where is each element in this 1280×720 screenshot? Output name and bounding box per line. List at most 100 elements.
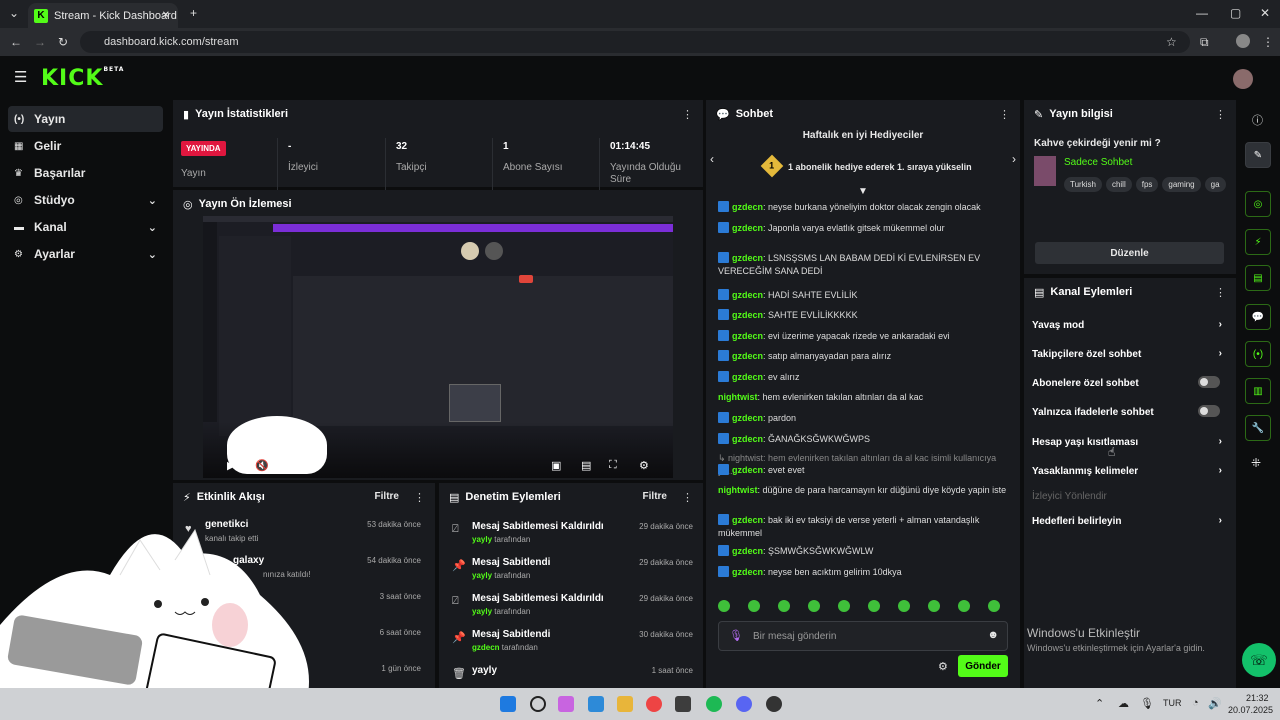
close-window-icon[interactable]: ✕	[1260, 6, 1270, 20]
stream-video-player[interactable]: ▶ 🔇 ▣ ▤ ⛶ ⚙	[203, 216, 673, 478]
chat-username[interactable]: gzdecn	[732, 515, 763, 525]
clock-date[interactable]: 20.07.2025	[1228, 705, 1273, 715]
emote-icon[interactable]	[898, 600, 910, 612]
close-tab-icon[interactable]: ✕	[162, 10, 170, 21]
bookmark-star-icon[interactable]: ☆	[1166, 35, 1177, 49]
play-icon[interactable]: ▶	[227, 459, 235, 472]
picture-in-picture-icon[interactable]: ▣	[551, 459, 561, 472]
new-tab-icon[interactable]: +	[190, 6, 197, 20]
action-followers-only[interactable]: Takipçilere özel sohbet ›	[1032, 348, 1228, 360]
url-input[interactable]: dashboard.kick.com/stream	[80, 31, 1190, 53]
emote-icon[interactable]	[808, 600, 820, 612]
emote-icon[interactable]	[718, 600, 730, 612]
emote-icon[interactable]	[868, 600, 880, 612]
activity-tool-icon[interactable]: ⚡	[1245, 229, 1271, 255]
chat-username[interactable]: gzdecn	[732, 331, 763, 341]
user-avatar[interactable]	[1233, 69, 1253, 89]
wifi-icon[interactable]: ◔	[1192, 697, 1199, 709]
chat-username[interactable]: gzdecn	[732, 351, 763, 361]
chat-username[interactable]: gzdecn	[732, 223, 763, 233]
more-options-icon[interactable]: ⋮	[1215, 108, 1226, 121]
chevron-right-icon[interactable]: ›	[1012, 152, 1016, 166]
discord-icon[interactable]	[736, 696, 752, 712]
sidebar-item-ayarlar[interactable]: ⚙ Ayarlar ⌄	[8, 241, 163, 267]
chat-username[interactable]: gzdecn	[732, 290, 763, 300]
steam-icon[interactable]	[766, 696, 782, 712]
sidebar-item-yayin[interactable]: (•) Yayın	[8, 106, 163, 132]
emote-icon[interactable]	[928, 600, 940, 612]
chat-username[interactable]: nightwist	[718, 485, 758, 495]
emote-icon[interactable]	[988, 600, 1000, 612]
sidebar-item-kanal[interactable]: ▬ Kanal ⌄	[8, 214, 163, 240]
minimize-icon[interactable]: —	[1196, 6, 1208, 20]
fullscreen-icon[interactable]: ⛶	[609, 459, 617, 472]
tray-chevron-icon[interactable]: ⌃	[1095, 697, 1104, 710]
more-options-icon[interactable]: ⋮	[682, 108, 693, 121]
emote-icon[interactable]	[778, 600, 790, 612]
chat-username[interactable]: gzdecn	[732, 202, 763, 212]
add-widget-icon[interactable]: ⁜	[1251, 456, 1261, 470]
mute-icon[interactable]: 🔇	[255, 459, 269, 472]
sidebar-item-gelir[interactable]: ▦ Gelir	[8, 133, 163, 159]
tab-list-icon[interactable]: ⌄	[9, 6, 19, 20]
info-icon[interactable]: ⓘ	[1252, 112, 1263, 128]
more-options-icon[interactable]: ⋮	[682, 491, 693, 504]
browser-tab[interactable]: K Stream - Kick Dashboard ✕	[28, 3, 178, 28]
sidebar-item-basarilar[interactable]: ♛ Başarılar	[8, 160, 163, 186]
clock-time[interactable]: 21:32	[1246, 693, 1269, 703]
chat-username[interactable]: gzdecn	[732, 546, 763, 556]
kick-logo[interactable]: KICKBETA	[41, 66, 124, 91]
windows-start-icon[interactable]	[500, 696, 516, 712]
chat-username[interactable]: gzdecn	[732, 413, 763, 423]
maximize-icon[interactable]: ▢	[1230, 6, 1241, 20]
emote-icon[interactable]	[838, 600, 850, 612]
filter-button[interactable]: Filtre	[375, 491, 399, 502]
theater-mode-icon[interactable]: ▤	[581, 459, 591, 472]
preview-tool-icon[interactable]: ◎	[1245, 191, 1271, 217]
network-icon[interactable]: ☁	[1118, 697, 1129, 710]
edit-stream-icon[interactable]: ✎	[1245, 142, 1271, 168]
wrench-tool-icon[interactable]: 🔧	[1245, 415, 1271, 441]
chat-username[interactable]: gzdecn	[732, 567, 763, 577]
action-banned-words[interactable]: Yasaklanmış kelimeler ›	[1032, 465, 1228, 477]
chat-settings-icon[interactable]: ⚙	[938, 660, 948, 673]
toggle-switch[interactable]	[1198, 376, 1220, 388]
chat-username[interactable]: nightwist	[718, 392, 758, 402]
chevron-left-icon[interactable]: ‹	[710, 152, 714, 166]
send-button[interactable]: Gönder	[958, 655, 1008, 677]
mod-log-tool-icon[interactable]: ▤	[1245, 265, 1271, 291]
chat-username[interactable]: gzdecn	[732, 434, 763, 444]
chat-tool-icon[interactable]: 💬	[1245, 304, 1271, 330]
volume-icon[interactable]: 🔊	[1208, 697, 1222, 710]
extensions-icon[interactable]: ⧉	[1200, 35, 1209, 50]
sidebar-item-studyo[interactable]: ◎ Stüdyo ⌄	[8, 187, 163, 213]
chat-input[interactable]: 🎙 Bir mesaj gönderin ☻	[718, 621, 1008, 651]
store-icon[interactable]	[588, 696, 604, 712]
action-goals[interactable]: Hedefleri belirleyin ›	[1032, 515, 1228, 527]
profile-avatar-icon[interactable]	[1236, 34, 1250, 48]
stats-tool-icon[interactable]: ▥	[1245, 378, 1271, 404]
emoji-icon[interactable]: ☻	[987, 629, 999, 641]
toggle-switch[interactable]	[1198, 405, 1220, 417]
microphone-icon[interactable]: 🎙	[729, 629, 743, 642]
support-button[interactable]: ☏	[1242, 643, 1276, 677]
broadcast-tool-icon[interactable]: (•)	[1245, 341, 1271, 367]
emote-icon[interactable]	[748, 600, 760, 612]
app-icon[interactable]	[675, 696, 691, 712]
forward-icon[interactable]: →	[34, 35, 46, 49]
chat-username[interactable]: gzdecn	[732, 253, 763, 263]
chat-username[interactable]: gzdecn	[732, 310, 763, 320]
chat-username[interactable]: gzdecn	[732, 372, 763, 382]
video-settings-icon[interactable]: ⚙	[639, 459, 649, 472]
language-indicator[interactable]: TUR	[1163, 698, 1182, 708]
spotify-icon[interactable]	[706, 696, 722, 712]
edit-button[interactable]: Düzenle	[1035, 242, 1224, 264]
category-name[interactable]: Sadece Sohbet	[1064, 157, 1132, 168]
filter-button[interactable]: Filtre	[643, 491, 667, 502]
hamburger-menu-icon[interactable]: ☰	[14, 68, 27, 86]
copilot-icon[interactable]	[558, 696, 574, 712]
more-options-icon[interactable]: ⋮	[999, 108, 1010, 121]
file-explorer-icon[interactable]	[617, 696, 633, 712]
search-icon[interactable]	[530, 696, 546, 712]
action-slow-mode[interactable]: Yavaş mod ›	[1032, 319, 1228, 331]
